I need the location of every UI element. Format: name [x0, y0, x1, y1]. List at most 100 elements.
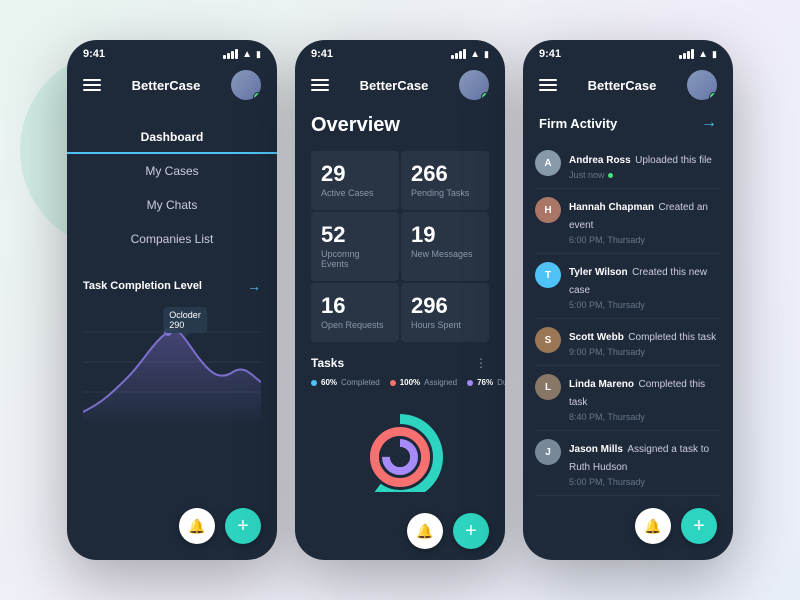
act-name-5: Jason Mills [569, 444, 623, 455]
wifi-icon-1: ▲ [242, 49, 252, 60]
act-time-0: Just now [569, 170, 721, 180]
act-name-1: Hannah Chapman [569, 202, 654, 213]
nav-companies[interactable]: Companies List [67, 222, 277, 256]
overview-title: Overview [295, 110, 505, 151]
dashboard-content: Dashboard My Cases My Chats Companies Li… [67, 110, 277, 560]
stat-num-0: 29 [321, 163, 389, 185]
phone-dashboard: 9:41 ▲ ▮ BetterCase Dashboard My Cases M… [67, 40, 277, 560]
avatar-1[interactable] [231, 70, 261, 100]
brand-3: BetterCase [588, 78, 657, 93]
act-time-3: 9:00 PM, Thursady [569, 347, 721, 357]
header-1: BetterCase [67, 64, 277, 110]
act-time-4: 8:40 PM, Thursady [569, 412, 721, 422]
status-icons-2: ▲ ▮ [451, 49, 489, 60]
tasks-header: Tasks ⋮ [311, 356, 489, 370]
menu-button-3[interactable] [539, 79, 557, 91]
stat-lbl-1: Pending Tasks [411, 188, 479, 198]
add-button-1[interactable]: + [225, 508, 261, 544]
stat-num-5: 296 [411, 295, 479, 317]
activity-arrow-icon[interactable]: → [701, 114, 717, 132]
act-content-1: Hannah Chapman Created an event 6:00 PM,… [569, 197, 721, 245]
phone-overview: 9:41 ▲ ▮ BetterCase Overview 29 Active C… [295, 40, 505, 560]
activity-item-3: S Scott Webb Completed this task 9:00 PM… [535, 319, 721, 366]
activity-item-0: A Andrea Ross Uploaded this file Just no… [535, 142, 721, 189]
stat-num-2: 52 [321, 224, 389, 246]
stat-hours-spent: 296 Hours Spent [401, 283, 489, 342]
act-content-5: Jason Mills Assigned a task to Ruth Huds… [569, 439, 721, 487]
chart-area: Ocloder 290 [83, 302, 261, 422]
stat-lbl-4: Open Requests [321, 320, 389, 330]
avatar-3[interactable] [687, 70, 717, 100]
stat-active-cases: 29 Active Cases [311, 151, 399, 210]
stat-num-3: 19 [411, 224, 479, 246]
nav-chats[interactable]: My Chats [67, 188, 277, 222]
legend-assigned: 100% Assigned [390, 378, 457, 387]
battery-icon-3: ▮ [712, 49, 717, 60]
activity-item-5: J Jason Mills Assigned a task to Ruth Hu… [535, 431, 721, 496]
notification-button-1[interactable]: 🔔 [179, 508, 215, 544]
act-action-3: Completed this task [628, 332, 716, 343]
stat-pending-tasks: 266 Pending Tasks [401, 151, 489, 210]
add-button-3[interactable]: + [681, 508, 717, 544]
act-avatar-5: J [535, 439, 561, 465]
nav-dashboard[interactable]: Dashboard [67, 120, 277, 154]
act-name-0: Andrea Ross [569, 155, 631, 166]
activity-item-2: T Tyler Wilson Created this new case 5:0… [535, 254, 721, 319]
donut-chart [311, 397, 489, 497]
stat-num-4: 16 [321, 295, 389, 317]
brand-1: BetterCase [132, 78, 201, 93]
act-name-3: Scott Webb [569, 332, 624, 343]
avatar-2[interactable] [459, 70, 489, 100]
battery-icon-1: ▮ [256, 49, 261, 60]
act-action-0: Uploaded this file [635, 155, 712, 166]
legend-completed: 60% Completed [311, 378, 380, 387]
status-time-1: 9:41 [83, 48, 105, 60]
notification-button-3[interactable]: 🔔 [635, 508, 671, 544]
chart-tooltip: Ocloder 290 [163, 307, 207, 333]
act-name-2: Tyler Wilson [569, 267, 628, 278]
bottom-actions-2: 🔔 + [295, 505, 505, 560]
stat-lbl-0: Active Cases [321, 188, 389, 198]
status-bar-3: 9:41 ▲ ▮ [523, 40, 733, 64]
notification-button-2[interactable]: 🔔 [407, 513, 443, 549]
act-avatar-1: H [535, 197, 561, 223]
battery-icon-2: ▮ [484, 49, 489, 60]
act-avatar-4: L [535, 374, 561, 400]
brand-2: BetterCase [360, 78, 429, 93]
wifi-icon-2: ▲ [470, 49, 480, 60]
stat-upcoming-events: 52 Upcomng Events [311, 212, 399, 281]
add-button-2[interactable]: + [453, 513, 489, 549]
activity-header: Firm Activity → [523, 110, 733, 142]
tasks-menu-icon[interactable]: ⋮ [475, 356, 489, 370]
status-bar-2: 9:41 ▲ ▮ [295, 40, 505, 64]
stat-lbl-3: New Messages [411, 249, 479, 259]
nav-menu: Dashboard My Cases My Chats Companies Li… [67, 110, 277, 266]
act-content-2: Tyler Wilson Created this new case 5:00 … [569, 262, 721, 310]
activity-title: Firm Activity [539, 116, 617, 131]
donut-svg [345, 402, 455, 492]
stat-num-1: 266 [411, 163, 479, 185]
signal-icon-2 [451, 49, 466, 59]
tasks-legend: 60% Completed 100% Assigned 76% Due [311, 378, 489, 387]
legend-due: 76% Due [467, 378, 505, 387]
act-avatar-3: S [535, 327, 561, 353]
signal-icon-1 [223, 49, 238, 59]
live-dot-0 [608, 173, 613, 178]
tasks-section: Tasks ⋮ 60% Completed 100% Assigned 76% … [295, 342, 505, 505]
act-time-5: 5:00 PM, Thursady [569, 477, 721, 487]
chart-section: Task Completion Level → Ocloder 290 [67, 266, 277, 500]
activity-item-1: H Hannah Chapman Created an event 6:00 P… [535, 189, 721, 254]
act-content-0: Andrea Ross Uploaded this file Just now [569, 150, 721, 180]
act-content-4: Linda Mareno Completed this task 8:40 PM… [569, 374, 721, 422]
status-icons-3: ▲ ▮ [679, 49, 717, 60]
wifi-icon-3: ▲ [698, 49, 708, 60]
header-2: BetterCase [295, 64, 505, 110]
act-avatar-0: A [535, 150, 561, 176]
status-bar-1: 9:41 ▲ ▮ [67, 40, 277, 64]
tasks-title: Tasks [311, 356, 344, 370]
nav-cases[interactable]: My Cases [67, 154, 277, 188]
activity-list: A Andrea Ross Uploaded this file Just no… [523, 142, 733, 500]
menu-button-2[interactable] [311, 79, 329, 91]
menu-button-1[interactable] [83, 79, 101, 91]
status-time-2: 9:41 [311, 48, 333, 60]
